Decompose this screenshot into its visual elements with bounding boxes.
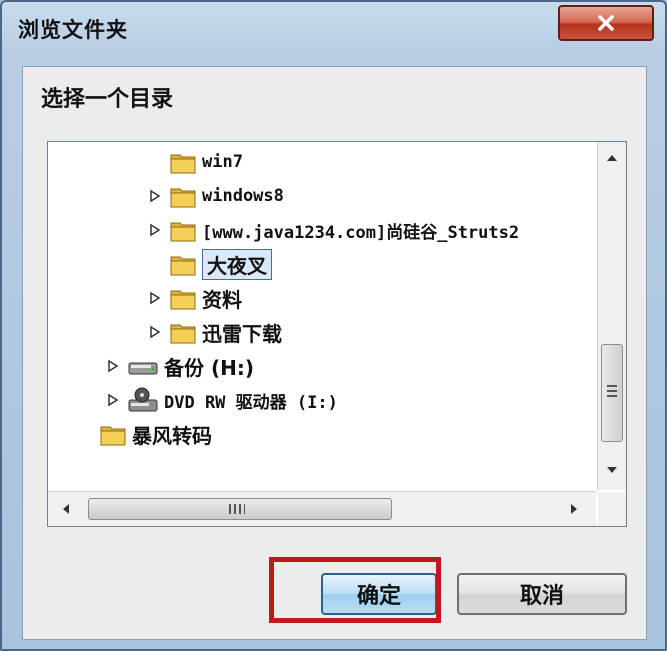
folder-icon: [170, 252, 196, 276]
browse-folder-dialog: 浏览文件夹 选择一个目录 win7 windows8 [www.java1234…: [0, 0, 667, 651]
expand-arrow-icon[interactable]: [148, 223, 162, 237]
folder-icon: [170, 320, 196, 344]
tree-item-label: 资料: [202, 287, 242, 312]
tree-item-xunlei[interactable]: 迅雷下载: [148, 316, 282, 348]
ok-button[interactable]: 确定: [321, 573, 437, 615]
expand-arrow-icon[interactable]: [148, 325, 162, 339]
folder-icon: [170, 184, 196, 208]
scrollbar-corner: [598, 492, 626, 526]
window-title: 浏览文件夹: [18, 18, 128, 42]
vertical-scroll-thumb[interactable]: [601, 344, 623, 442]
tree-item-label: DVD RW 驱动器 (I:): [164, 392, 338, 413]
tree-item-windows8[interactable]: windows8: [148, 180, 284, 212]
tree-item-label: 备份 (H:): [164, 355, 254, 380]
folder-icon: [170, 286, 196, 310]
folder-icon: [100, 422, 126, 446]
tree-item-label: 迅雷下载: [202, 321, 282, 346]
tree-item-label: 暴风转码: [132, 423, 212, 448]
tree-item-label: [www.java1234.com]尚硅谷_Struts2: [202, 222, 520, 243]
scroll-left-arrow-icon[interactable]: [56, 499, 76, 519]
tree-item-win7[interactable]: win7: [170, 146, 243, 178]
expand-arrow-icon[interactable]: [148, 291, 162, 305]
dialog-prompt: 选择一个目录: [41, 87, 174, 112]
drive-icon: [128, 355, 158, 377]
tree-item-dayecha[interactable]: 大夜叉: [170, 248, 272, 280]
vertical-scrollbar[interactable]: [597, 142, 626, 490]
expand-arrow-icon[interactable]: [106, 359, 120, 373]
tree-item-dvd-drive[interactable]: DVD RW 驱动器 (I:): [106, 384, 338, 416]
tree-item-label: windows8: [202, 186, 284, 206]
tree-item-label: 大夜叉: [202, 248, 272, 280]
tree-item-struts2[interactable]: [www.java1234.com]尚硅谷_Struts2: [148, 214, 519, 246]
horizontal-scroll-thumb[interactable]: [88, 498, 392, 520]
folder-icon: [170, 218, 196, 242]
tree-item-backup-drive[interactable]: 备份 (H:): [106, 350, 254, 382]
tree-item-label: win7: [202, 152, 243, 172]
close-icon: [598, 15, 614, 31]
scroll-right-arrow-icon[interactable]: [564, 499, 584, 519]
scroll-up-arrow-icon[interactable]: [602, 148, 622, 168]
scroll-down-arrow-icon[interactable]: [602, 460, 622, 480]
close-button[interactable]: [558, 5, 654, 41]
folder-icon: [170, 150, 196, 174]
folder-tree[interactable]: win7 windows8 [www.java1234.com]尚硅谷_Stru…: [47, 141, 627, 527]
expand-arrow-icon[interactable]: [148, 189, 162, 203]
cancel-button[interactable]: 取消: [457, 573, 627, 615]
dvd-drive-icon: [128, 387, 158, 413]
horizontal-scrollbar[interactable]: [48, 491, 596, 526]
tree-item-baofeng[interactable]: 暴风转码: [100, 418, 212, 450]
tree-item-ziliao[interactable]: 资料: [148, 282, 242, 314]
dialog-body: 选择一个目录 win7 windows8 [www.java1234.com]尚…: [22, 66, 647, 640]
tree-viewport: win7 windows8 [www.java1234.com]尚硅谷_Stru…: [48, 142, 596, 490]
expand-arrow-icon[interactable]: [106, 393, 120, 407]
